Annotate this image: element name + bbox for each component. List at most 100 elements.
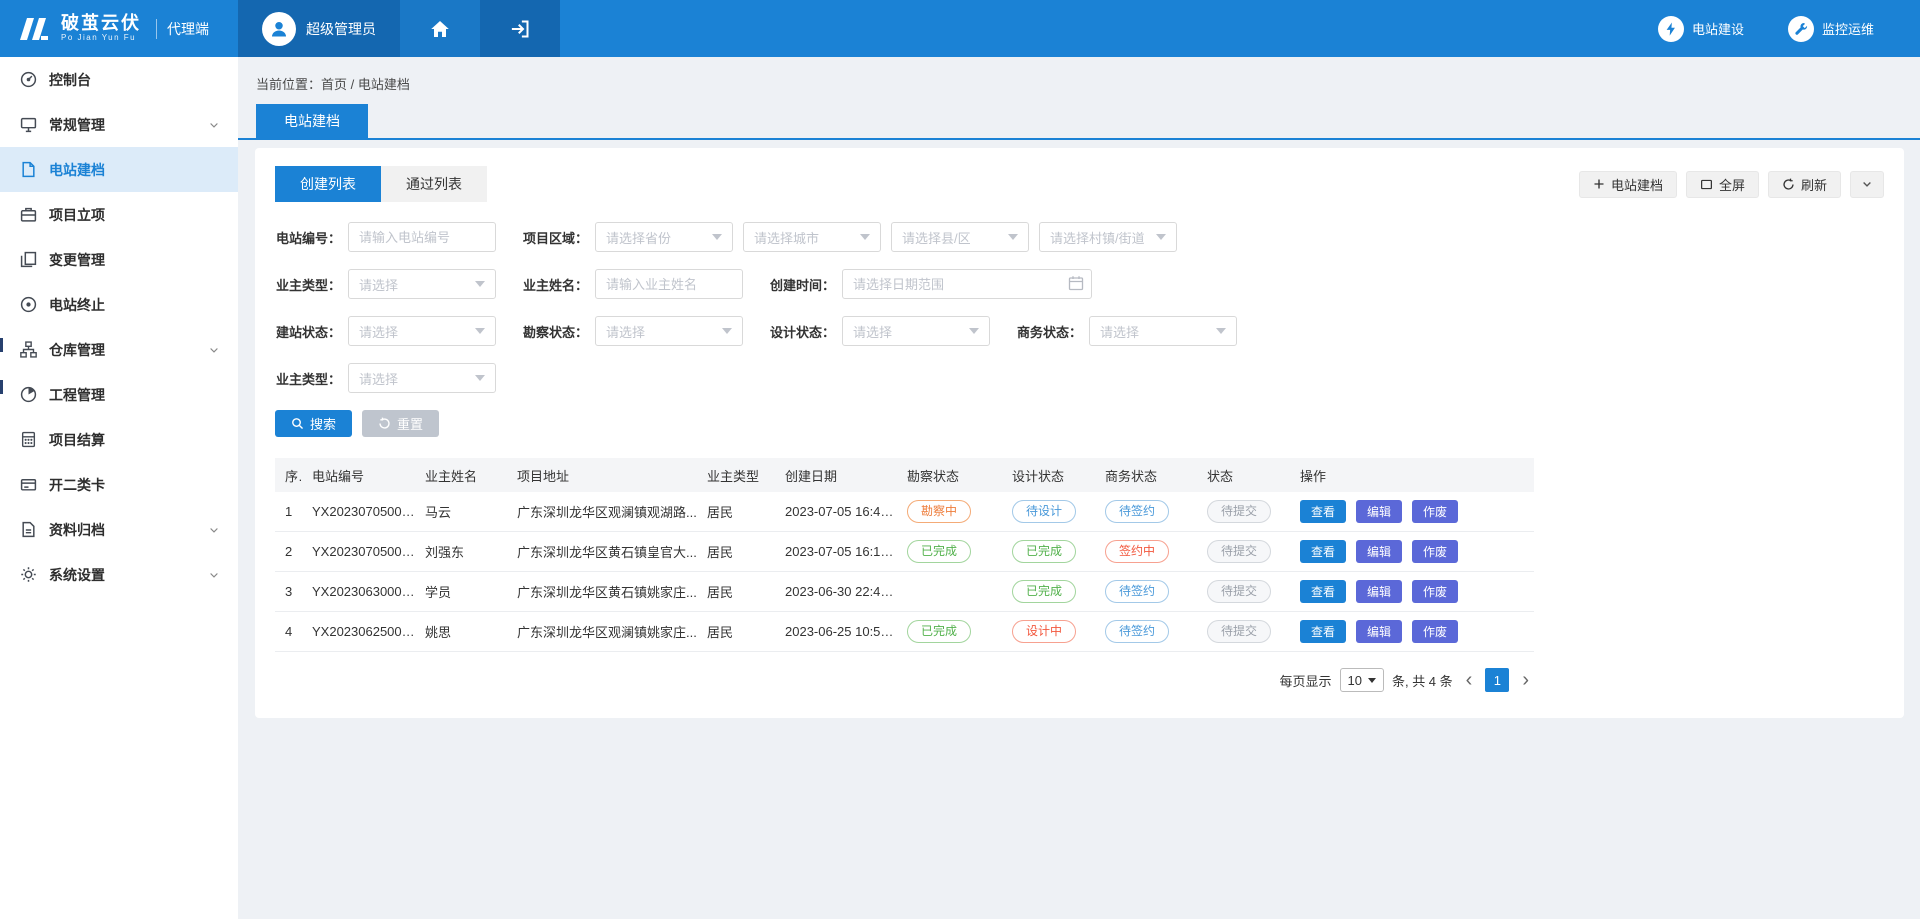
tab-passed-list[interactable]: 通过列表 <box>381 166 487 202</box>
cell-owner: 学员 <box>415 582 507 601</box>
app-title: 破茧云伏 <box>61 14 141 34</box>
sidebar-item-station-filing[interactable]: 电站建档 <box>0 147 238 192</box>
per-page-suffix: 条, 共 4 条 <box>1392 671 1453 690</box>
sidebar-item-project-settlement[interactable]: 项目结算 <box>0 417 238 462</box>
fullscreen-button[interactable]: 全屏 <box>1686 171 1759 198</box>
page-tab-station-filing[interactable]: 电站建档 <box>256 104 368 138</box>
void-button[interactable]: 作废 <box>1412 620 1458 643</box>
sitemap-icon <box>20 341 37 358</box>
business-status-label: 商务状态： <box>1016 322 1082 341</box>
cell-owner-type: 居民 <box>697 582 775 601</box>
home-button[interactable] <box>400 0 480 57</box>
add-station-button[interactable]: 电站建档 <box>1579 171 1677 198</box>
owner-type2-select[interactable]: 请选择 <box>348 363 496 393</box>
sidebar-item-engineering-mgmt[interactable]: 工程管理 <box>0 372 238 417</box>
cell-created: 2023-06-30 22:45:57 <box>775 584 897 599</box>
header-right-nav: 电站建设 监控运维 <box>1658 0 1920 57</box>
status-badge: 待提交 <box>1207 620 1271 643</box>
sidebar-item-station-termination[interactable]: 电站终止 <box>0 282 238 327</box>
design-status-select[interactable]: 请选择 <box>842 316 990 346</box>
refresh-button[interactable]: 刷新 <box>1768 171 1841 198</box>
sidebar-item-data-archive[interactable]: 资料归档 <box>0 507 238 552</box>
sidebar-item-label: 资料归档 <box>49 520 105 540</box>
prev-page-button[interactable]: ‹ <box>1461 669 1478 691</box>
void-button[interactable]: 作废 <box>1412 500 1458 523</box>
per-page-prefix: 每页显示 <box>1279 671 1331 690</box>
card-icon <box>20 476 37 493</box>
page-number-button[interactable]: 1 <box>1485 668 1509 692</box>
sidebar-item-general-mgmt[interactable]: 常规管理 <box>0 102 238 147</box>
cell-created: 2023-07-05 16:18:50 <box>775 544 897 559</box>
col-header-address: 项目地址 <box>507 466 697 485</box>
sidebar-item-project-initiation[interactable]: 项目立项 <box>0 192 238 237</box>
calculator-icon <box>20 431 37 448</box>
survey-status-select[interactable]: 请选择 <box>595 316 743 346</box>
per-page-select[interactable]: 10 <box>1340 668 1384 692</box>
create-time-label: 创建时间： <box>769 275 835 294</box>
view-button[interactable]: 查看 <box>1300 500 1346 523</box>
sidebar-item-console[interactable]: 控制台 <box>0 57 238 102</box>
station-no-input[interactable] <box>348 222 496 252</box>
owner-type-select[interactable]: 请选择 <box>348 269 496 299</box>
sidebar-item-label: 仓库管理 <box>49 340 105 360</box>
business-status-select[interactable]: 请选择 <box>1089 316 1237 346</box>
chevron-down-icon <box>1156 234 1166 240</box>
user-name: 超级管理员 <box>306 19 376 39</box>
search-button[interactable]: 搜索 <box>275 410 352 437</box>
edit-button[interactable]: 编辑 <box>1356 500 1402 523</box>
nav-label: 电站建设 <box>1692 19 1744 38</box>
owner-name-input[interactable] <box>595 269 743 299</box>
province-select[interactable]: 请选择省份 <box>595 222 733 252</box>
logout-button[interactable] <box>480 0 560 57</box>
station-no-label: 电站编号： <box>275 228 341 247</box>
panel-toolbar: 电站建档 全屏 刷新 <box>1579 171 1884 198</box>
sidebar-item-class2-card[interactable]: 开二类卡 <box>0 462 238 507</box>
user-menu[interactable]: 超级管理员 <box>238 0 400 57</box>
search-label: 搜索 <box>310 414 336 433</box>
cell-created: 2023-06-25 10:57:04 <box>775 624 897 639</box>
edit-button[interactable]: 编辑 <box>1356 580 1402 603</box>
col-header-design: 设计状态 <box>1002 466 1095 485</box>
next-page-button[interactable]: › <box>1517 669 1534 691</box>
city-select[interactable]: 请选择城市 <box>743 222 881 252</box>
view-button[interactable]: 查看 <box>1300 540 1346 563</box>
edit-button[interactable]: 编辑 <box>1356 620 1402 643</box>
design-status-badge: 待设计 <box>1012 500 1076 523</box>
nav-monitor-ops[interactable]: 监控运维 <box>1788 16 1874 42</box>
cell-address: 广东深圳龙华区黄石镇皇官大... <box>507 542 697 561</box>
void-button[interactable]: 作废 <box>1412 580 1458 603</box>
void-button[interactable]: 作废 <box>1412 540 1458 563</box>
design-status-badge: 已完成 <box>1012 540 1076 563</box>
app-logo: 破茧云伏 Po Jian Yun Fu 代理端 <box>0 0 238 57</box>
per-page-value: 10 <box>1348 673 1362 688</box>
sidebar-item-warehouse-mgmt[interactable]: 仓库管理 <box>0 327 238 372</box>
tab-create-list[interactable]: 创建列表 <box>275 166 381 202</box>
town-select[interactable]: 请选择村镇/街道 <box>1039 222 1177 252</box>
sidebar-scrollbar[interactable] <box>0 338 3 352</box>
app-subtitle: Po Jian Yun Fu <box>61 34 141 43</box>
chevron-down-icon <box>722 328 732 334</box>
breadcrumb: 当前位置：首页 / 电站建档 <box>238 57 1920 104</box>
design-status-badge: 设计中 <box>1012 620 1076 643</box>
cell-no: 1 <box>275 504 302 519</box>
chevron-down-icon <box>208 119 220 131</box>
sidebar-item-label: 电站建档 <box>49 160 105 180</box>
edit-button[interactable]: 编辑 <box>1356 540 1402 563</box>
cell-owner-type: 居民 <box>697 542 775 561</box>
sidebar-item-change-mgmt[interactable]: 变更管理 <box>0 237 238 282</box>
view-button[interactable]: 查看 <box>1300 620 1346 643</box>
chevron-down-icon <box>1368 678 1376 683</box>
toolbar-collapse-button[interactable] <box>1850 171 1884 198</box>
reset-button[interactable]: 重置 <box>362 410 439 437</box>
county-select[interactable]: 请选择县/区 <box>891 222 1029 252</box>
build-status-select[interactable]: 请选择 <box>348 316 496 346</box>
sidebar-scrollbar[interactable] <box>0 380 3 394</box>
sidebar-item-system-settings[interactable]: 系统设置 <box>0 552 238 597</box>
briefcase-icon <box>20 206 37 223</box>
cell-station-no: YX2023062500004 <box>302 624 415 639</box>
view-button[interactable]: 查看 <box>1300 580 1346 603</box>
breadcrumb-home[interactable]: 首页 <box>321 77 347 92</box>
nav-station-build[interactable]: 电站建设 <box>1658 16 1744 42</box>
create-time-range-input[interactable] <box>842 269 1092 299</box>
lightning-icon <box>1658 16 1684 42</box>
